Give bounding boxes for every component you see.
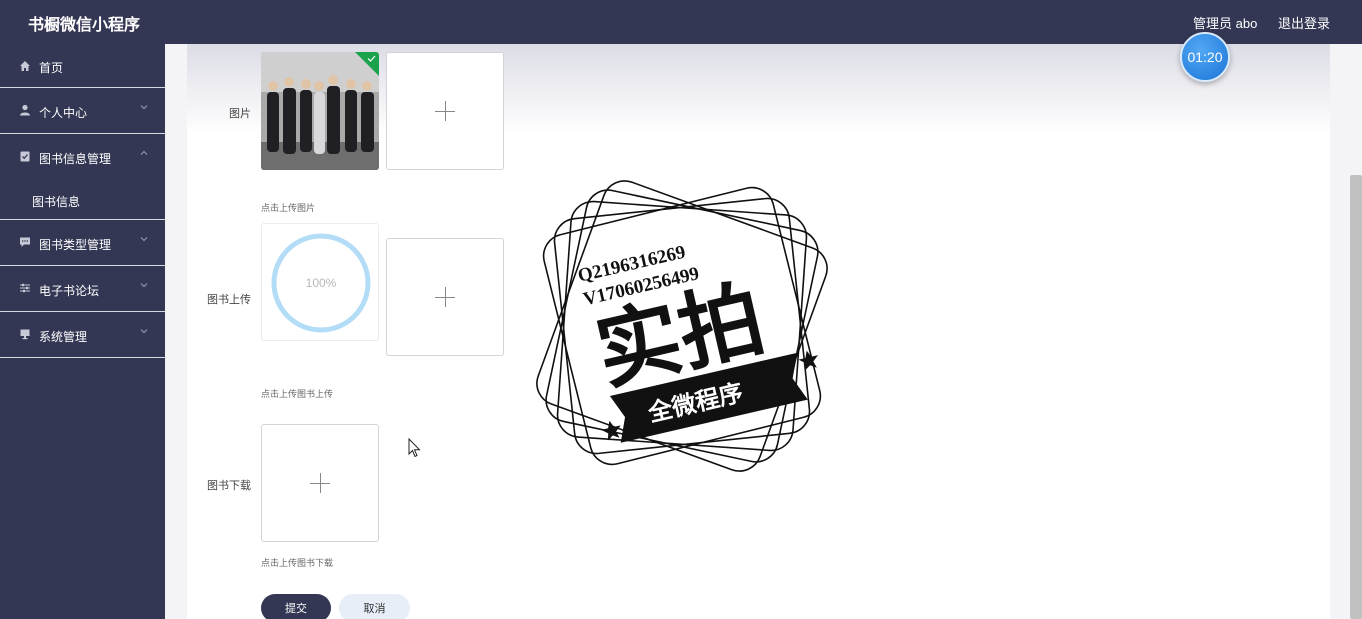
cancel-button[interactable]: 取消 bbox=[339, 594, 410, 619]
sidebar-item-label: 图书信息管理 bbox=[39, 152, 112, 166]
desktop-icon bbox=[20, 329, 30, 340]
sidebar-item-book-type-management[interactable]: 图书类型管理 bbox=[0, 220, 165, 266]
sidebar-item-label: 首页 bbox=[39, 61, 64, 75]
current-user: 管理员 abo bbox=[1193, 16, 1258, 31]
chevron-down-icon bbox=[140, 329, 148, 334]
sidebar-item-ebook-forum[interactable]: 电子书论坛 bbox=[0, 266, 165, 312]
timer-badge: 01:20 bbox=[1180, 32, 1230, 82]
vertical-scrollbar[interactable] bbox=[1350, 175, 1362, 619]
app-title: 书橱微信小程序 bbox=[28, 17, 141, 34]
logout-link[interactable]: 退出登录 bbox=[1278, 13, 1330, 32]
watermark-stamp: Q2196316269 V17060256499 实拍 全微程序 bbox=[536, 180, 828, 472]
chat-icon bbox=[20, 237, 30, 247]
top-header: 书橱微信小程序 管理员 abo 退出登录 bbox=[0, 0, 1362, 44]
sidebar-subitem-label: 图书信息 bbox=[32, 195, 81, 209]
chevron-down-icon bbox=[140, 105, 148, 110]
image-upload-box[interactable] bbox=[386, 52, 504, 170]
chevron-down-icon bbox=[140, 237, 148, 242]
book-upload-label: 图书上传 bbox=[207, 294, 251, 306]
image-label: 图片 bbox=[229, 108, 251, 120]
sliders-icon bbox=[20, 283, 30, 293]
star-icon bbox=[798, 350, 819, 371]
sidebar-item-label: 电子书论坛 bbox=[39, 284, 100, 298]
sidebar-item-label: 图书类型管理 bbox=[39, 238, 112, 252]
sidebar-item-personal-center[interactable]: 个人中心 bbox=[0, 88, 165, 134]
user-icon bbox=[20, 104, 30, 116]
chevron-up-icon bbox=[140, 150, 148, 155]
sidebar-subitem-book-info[interactable]: 图书信息 bbox=[0, 180, 165, 220]
sidebar-item-home[interactable]: 首页 bbox=[0, 44, 165, 88]
book-download-hint: 点击上传图书下载 bbox=[261, 558, 334, 568]
book-download-upload-box[interactable] bbox=[261, 424, 379, 542]
sidebar-item-label: 个人中心 bbox=[39, 106, 88, 120]
uploaded-image-thumbnail[interactable] bbox=[261, 52, 379, 170]
image-upload-hint: 点击上传图片 bbox=[261, 203, 316, 213]
mouse-cursor-icon bbox=[408, 438, 421, 458]
sidebar-item-label: 系统管理 bbox=[39, 330, 88, 344]
upload-progress: 100% bbox=[261, 223, 379, 341]
sidebar-item-system-management[interactable]: 系统管理 bbox=[0, 312, 165, 358]
chevron-down-icon bbox=[140, 283, 148, 288]
plus-icon bbox=[435, 101, 455, 121]
home-icon bbox=[20, 61, 30, 71]
plus-icon bbox=[310, 473, 330, 493]
check-icon bbox=[367, 55, 376, 62]
clipboard-icon bbox=[20, 151, 30, 162]
sidebar: 首页 个人中心 图书信息管理 图书信息 图书类型管理 电子书论坛 系统管理 bbox=[0, 44, 165, 619]
submit-button[interactable]: 提交 bbox=[261, 594, 331, 619]
book-download-label: 图书下载 bbox=[207, 480, 251, 492]
book-upload-hint: 点击上传图书上传 bbox=[261, 389, 334, 399]
plus-icon bbox=[435, 287, 455, 307]
book-upload-box[interactable] bbox=[386, 238, 504, 356]
progress-percent: 100% bbox=[305, 276, 337, 290]
sidebar-item-book-info-management[interactable]: 图书信息管理 bbox=[0, 134, 165, 180]
